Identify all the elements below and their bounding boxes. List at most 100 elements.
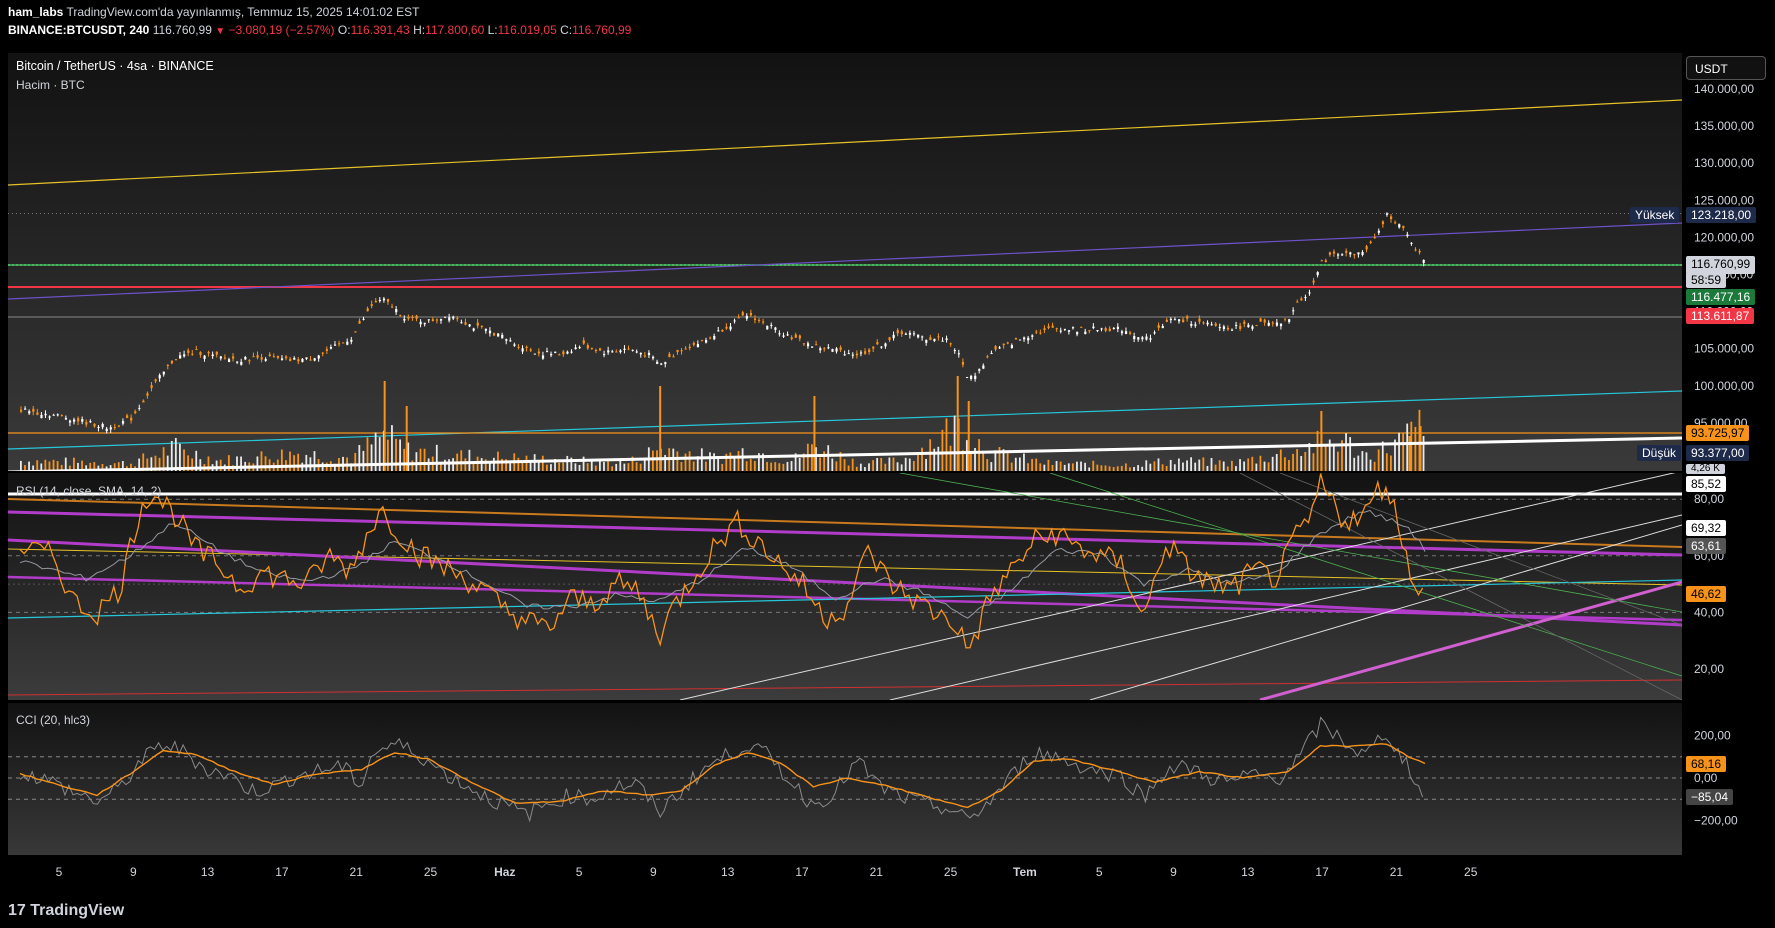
chart-canvas[interactable]: 140.000,00 135.000,00 130.000,00 125.000,00…	[0, 0, 1775, 928]
volume-bar	[1031, 458, 1033, 471]
cci-ma-badge: −85,04	[1686, 789, 1734, 805]
volume-bar	[305, 454, 308, 471]
candle-body	[362, 318, 365, 320]
candle-body	[607, 350, 610, 353]
volume-bar	[676, 451, 679, 471]
volume-bar	[1345, 433, 1347, 471]
volume-bar	[1141, 466, 1144, 471]
candle-body	[558, 354, 561, 356]
volume-bar	[1210, 457, 1213, 471]
volume-bar	[611, 466, 614, 471]
volume-bar	[1243, 461, 1246, 471]
volume-bar	[1222, 461, 1225, 471]
date-tick: 9	[650, 865, 657, 879]
candle-body	[700, 340, 704, 342]
volume-bar	[827, 445, 830, 471]
date-tick: 21	[870, 865, 884, 879]
volume-bar	[48, 461, 51, 471]
candle-body	[325, 349, 329, 351]
candle-body	[721, 330, 724, 332]
volume-bar	[464, 458, 467, 471]
candle-body	[85, 422, 88, 425]
candle-body	[811, 346, 814, 348]
candle-body	[643, 355, 647, 357]
candle-body	[464, 322, 467, 325]
volume-bar	[582, 456, 585, 471]
volume-spike	[1408, 436, 1411, 471]
candle-body	[215, 351, 218, 355]
candle-body	[1230, 329, 1234, 331]
main-pane-bg	[8, 53, 1682, 471]
candle-body	[945, 338, 948, 340]
candle-body	[101, 424, 104, 428]
candle-body	[574, 347, 577, 350]
candle-body	[183, 354, 186, 357]
candle-body	[782, 335, 785, 337]
volume-bar	[541, 455, 544, 471]
volume-bar	[488, 463, 491, 471]
volume-bar	[782, 463, 785, 471]
candle-body	[611, 351, 614, 353]
volume-bar	[1316, 430, 1319, 471]
candle-body	[688, 346, 691, 349]
candle-body	[1190, 323, 1193, 326]
candle-body	[199, 352, 202, 355]
candle-body	[525, 346, 528, 348]
candle-body	[1149, 338, 1152, 340]
candle-body	[965, 377, 969, 379]
candle-body	[419, 321, 422, 325]
volume-bar	[358, 444, 361, 471]
candle-body	[1398, 224, 1401, 228]
candle-body	[342, 342, 345, 344]
candle-body	[435, 319, 439, 321]
volume-bar	[949, 445, 952, 471]
volume-bar	[965, 440, 968, 471]
volume-bar	[990, 462, 993, 471]
candle-body	[802, 343, 806, 345]
candle-body	[1304, 297, 1307, 299]
candle-body	[386, 299, 390, 302]
candle-body	[1173, 319, 1177, 321]
volume-bar	[855, 466, 858, 471]
candle-body	[1218, 327, 1221, 329]
candle-body	[1002, 343, 1005, 346]
volume-bar	[859, 463, 862, 471]
candle-body	[1267, 322, 1270, 326]
volume-bar	[1108, 466, 1111, 471]
volume-bar	[1324, 444, 1327, 471]
candle-body	[109, 427, 112, 430]
volume-bar	[594, 465, 597, 471]
volume-bar	[1369, 459, 1372, 471]
candle-body	[1279, 323, 1283, 327]
currency-button[interactable]: USDT	[1686, 56, 1766, 80]
candle-body	[179, 355, 182, 359]
volume-bar	[1080, 461, 1082, 471]
volume-bar	[1259, 455, 1262, 471]
candle-body	[627, 348, 630, 350]
candle-body	[509, 340, 512, 342]
volume-bar	[651, 450, 654, 471]
volume-bar	[864, 467, 866, 471]
candle-body	[1165, 319, 1168, 322]
volume-bar	[921, 447, 923, 471]
candle-body	[227, 359, 231, 363]
candle-body	[545, 351, 549, 353]
rsi-light-badge: 69,32	[1686, 520, 1727, 536]
volume-bar	[688, 451, 691, 471]
volume-bar	[737, 451, 740, 471]
candle-body	[786, 334, 789, 336]
volume-bar	[1361, 451, 1364, 471]
volume-bar	[1235, 466, 1237, 471]
candle-body	[138, 407, 141, 409]
volume-bar	[52, 459, 55, 471]
candle-body	[921, 336, 924, 338]
candle-body	[888, 337, 891, 341]
volume-bar	[1055, 460, 1058, 471]
rsi-pane-title: RSI (14, close, SMA, 14, 2)	[16, 484, 162, 498]
volume-bar	[892, 457, 895, 471]
candle-body	[313, 358, 316, 361]
candle-body	[982, 365, 985, 369]
candle-body	[268, 354, 271, 356]
candle-body	[154, 379, 157, 382]
candle-body	[280, 358, 284, 360]
